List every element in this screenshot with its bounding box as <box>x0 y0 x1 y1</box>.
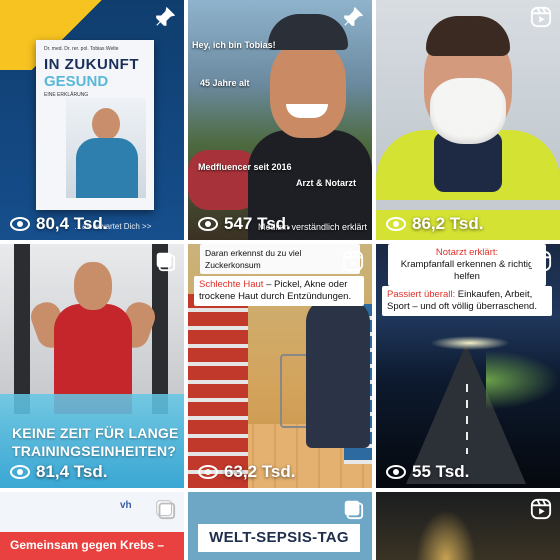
ffp2-mask <box>430 78 506 144</box>
view-count-value: 81,4 Tsd. <box>36 462 108 481</box>
post-tile-book[interactable]: Dr. med. Dr. rer. pol. Tobias Welte IN Z… <box>0 0 184 240</box>
view-count-value: 80,4 Tsd. <box>36 214 108 233</box>
eye-icon <box>198 217 218 231</box>
overlay-text: Passiert überall: Einkaufen, Arbeit, Spo… <box>382 286 552 316</box>
eye-icon <box>386 465 406 479</box>
view-count: 55 Tsd. <box>386 462 469 482</box>
face <box>74 262 112 310</box>
view-count: 80,4 Tsd. <box>10 214 108 234</box>
headline-line2: TRAININGSEINHEITEN? <box>12 443 177 459</box>
eye-icon <box>198 465 218 479</box>
gym-rack-left <box>14 244 30 414</box>
post-headline: KEINE ZEIT FÜR LANGE TRAININGSEINHEITEN? <box>12 424 179 460</box>
reel-icon <box>530 498 552 520</box>
overlay-top: Daran erkennst du zu viel Zuckerkonsum <box>200 244 360 274</box>
reflective-stripe <box>376 200 560 210</box>
headline-line1: KEINE ZEIT FÜR LANGE <box>12 425 179 441</box>
label-role: Arzt & Notarzt <box>296 178 356 188</box>
multi-image-icon <box>156 252 176 272</box>
reel-tile-ambulance[interactable]: 86,2 Tsd. <box>376 0 560 240</box>
post-tile-gym[interactable]: KEINE ZEIT FÜR LANGE TRAININGSEINHEITEN?… <box>0 244 184 488</box>
overlay-top: Notarzt erklärt: Krampfanfall erkennen & … <box>388 244 546 286</box>
view-count: 63,2 Tsd. <box>198 462 296 482</box>
pin-icon <box>156 6 176 26</box>
shelf-left <box>188 294 248 488</box>
multi-image-icon <box>156 500 176 520</box>
roadside-grass <box>486 350 560 410</box>
cap <box>268 14 348 50</box>
profile-posts-grid: Dr. med. Dr. rer. pol. Tobias Welte IN Z… <box>0 0 560 560</box>
view-count-value: 63,2 Tsd. <box>224 462 296 481</box>
label-medfluencer: Medfluencer seit 2016 <box>198 162 292 172</box>
book-author: Dr. med. Dr. rer. pol. Tobias Welte <box>44 46 119 52</box>
eye-icon <box>10 217 30 231</box>
post-tile-sepsis[interactable]: WELT-SEPSIS-TAG <box>188 492 372 560</box>
overlay-top-title: Notarzt erklärt: <box>435 247 499 258</box>
post-tile-cancer[interactable]: vh Gemeinsam gegen Krebs – <box>0 492 184 560</box>
hair <box>426 16 510 56</box>
partner-logo: vh <box>120 500 132 511</box>
overlay-text: Schlechte Haut – Pickel, Akne oder trock… <box>194 276 364 306</box>
banner-text: WELT-SEPSIS-TAG <box>198 524 360 552</box>
pin-icon <box>344 6 364 26</box>
view-count-value: 55 Tsd. <box>412 462 470 481</box>
view-count-value: 547 Tsd. <box>224 214 291 233</box>
reel-tile-dark[interactable] <box>376 492 560 560</box>
view-count: 86,2 Tsd. <box>386 214 484 234</box>
view-count-value: 86,2 Tsd. <box>412 214 484 233</box>
multi-image-icon <box>344 500 364 520</box>
overlay-title: Passiert überall: <box>387 289 456 300</box>
overlay-title: Schlechte Haut <box>199 279 264 290</box>
book-title-line1: IN ZUKUNFT <box>44 56 139 73</box>
book-author-photo <box>66 98 146 198</box>
view-count: 81,4 Tsd. <box>10 462 108 482</box>
post-tile-selfie-coast[interactable]: Hey, ich bin Tobias! 45 Jahre alt Medflu… <box>188 0 372 240</box>
headlight-glow <box>430 336 510 350</box>
face <box>270 42 346 138</box>
eye-icon <box>386 217 406 231</box>
plant <box>416 510 476 560</box>
lane-marking <box>466 384 468 454</box>
shopper <box>306 298 370 448</box>
author-body <box>76 138 138 198</box>
banner-text: Gemeinsam gegen Krebs – <box>10 538 165 552</box>
overlay-top-body: Krampfanfall erkennen & richtig helfen <box>400 259 534 282</box>
eye-icon <box>10 465 30 479</box>
author-head <box>92 108 120 140</box>
reel-tile-supermarket[interactable]: Daran erkennst du zu viel Zuckerkonsum S… <box>188 244 372 488</box>
reel-icon <box>530 6 552 28</box>
banner: Gemeinsam gegen Krebs – <box>0 532 184 560</box>
reel-icon <box>342 250 364 272</box>
reel-tile-night-road[interactable]: Notarzt erklärt: Krampfanfall erkennen & … <box>376 244 560 488</box>
reel-icon <box>530 250 552 272</box>
book-title-line2: GESUND <box>44 73 109 90</box>
label-age: 45 Jahre alt <box>200 78 250 88</box>
label-hey: Hey, ich bin Tobias! <box>192 40 276 50</box>
book-cover: Dr. med. Dr. rer. pol. Tobias Welte IN Z… <box>36 40 154 210</box>
view-count: 547 Tsd. <box>198 214 291 234</box>
